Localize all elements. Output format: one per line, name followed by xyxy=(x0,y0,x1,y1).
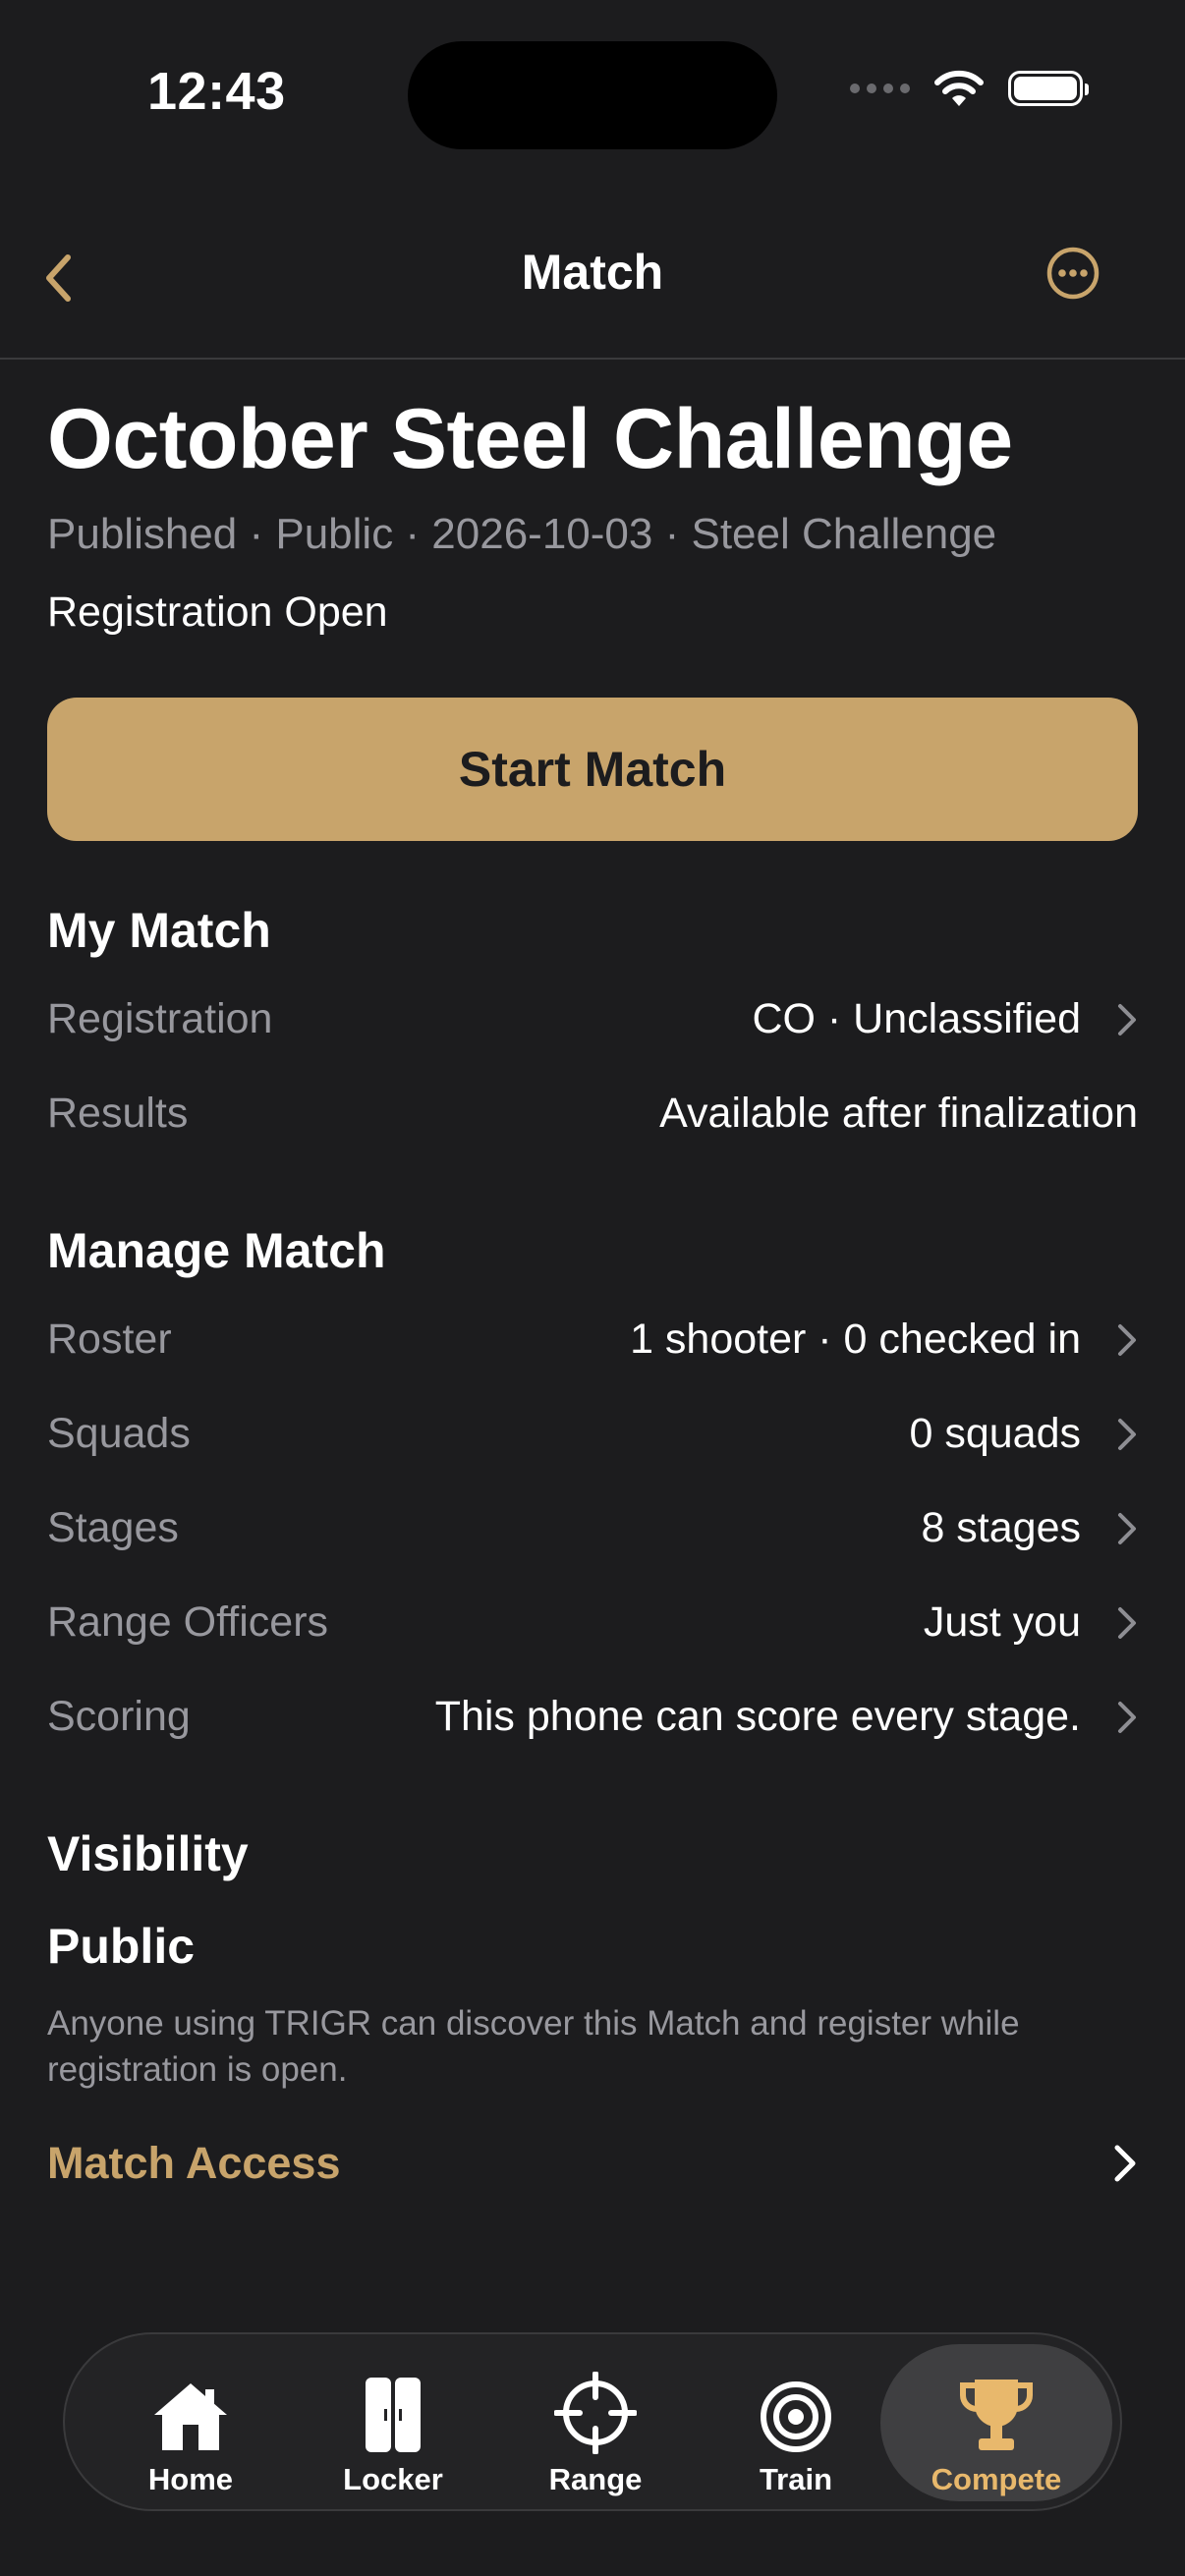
chevron-right-icon xyxy=(1116,1418,1138,1451)
registration-status: Registration Open xyxy=(47,588,388,636)
start-match-button[interactable]: Start Match xyxy=(47,697,1138,841)
match-meta: Published · Public · 2026-10-03 · Steel … xyxy=(47,509,997,558)
row-label: Registration xyxy=(47,995,273,1043)
house-icon xyxy=(154,2383,227,2450)
range-officers-row[interactable]: Range Officers Just you xyxy=(47,1576,1138,1670)
row-label: Range Officers xyxy=(47,1598,329,1647)
roster-row[interactable]: Roster 1 shooter · 0 checked in xyxy=(47,1293,1138,1387)
row-value: 8 stages xyxy=(921,1504,1081,1552)
status-time: 12:43 xyxy=(147,62,286,121)
tab-compete[interactable]: Compete xyxy=(880,2344,1112,2501)
tab-bar: Home Locker Range Train Compete xyxy=(63,2332,1122,2511)
chevron-right-icon xyxy=(1116,1512,1138,1545)
match-screen: 12:43 Match October Steel Challenge Publ… xyxy=(0,0,1185,2576)
target-icon xyxy=(761,2381,831,2452)
results-row: Results Available after finalization xyxy=(47,1067,1138,1161)
tab-label: Compete xyxy=(931,2462,1062,2496)
battery-icon xyxy=(1008,71,1089,106)
row-label: Results xyxy=(47,1090,189,1138)
match-title: October Steel Challenge xyxy=(47,392,1013,486)
dynamic-island xyxy=(408,41,777,149)
navigation-bar: Match xyxy=(0,196,1185,360)
row-label: Squads xyxy=(47,1410,191,1458)
scoring-row[interactable]: Scoring This phone can score every stage… xyxy=(47,1670,1138,1764)
row-label: Stages xyxy=(47,1504,179,1552)
manage-match-heading: Manage Match xyxy=(47,1222,386,1278)
visibility-value: Public xyxy=(47,1918,196,1974)
row-value: CO · Unclassified xyxy=(752,995,1081,1043)
status-icons xyxy=(850,69,1089,108)
row-value: 1 shooter · 0 checked in xyxy=(630,1316,1081,1364)
row-value: Available after finalization xyxy=(659,1090,1138,1138)
more-button[interactable] xyxy=(1045,246,1100,301)
chevron-right-icon xyxy=(1116,1003,1138,1036)
chevron-right-icon xyxy=(1114,2145,1136,2182)
match-content: October Steel Challenge Published · Publ… xyxy=(47,360,1138,2189)
nav-title: Match xyxy=(521,245,664,300)
trophy-icon xyxy=(960,2380,1033,2450)
row-label: Scoring xyxy=(47,1693,191,1741)
tab-label: Locker xyxy=(343,2462,443,2496)
tab-label: Range xyxy=(548,2462,643,2496)
row-label: Roster xyxy=(47,1316,172,1364)
visibility-heading: Visibility xyxy=(47,1825,249,1881)
row-value: Just you xyxy=(923,1598,1081,1647)
tab-home[interactable]: Home xyxy=(92,2344,289,2501)
chevron-right-icon xyxy=(1116,1701,1138,1734)
squads-row[interactable]: Squads 0 squads xyxy=(47,1387,1138,1482)
chevron-right-icon xyxy=(1116,1323,1138,1357)
stages-row[interactable]: Stages 8 stages xyxy=(47,1482,1138,1576)
tab-train[interactable]: Train xyxy=(698,2344,894,2501)
locker-icon xyxy=(366,2378,421,2452)
match-access-row[interactable]: Match Access xyxy=(47,2138,1138,2189)
my-match-heading: My Match xyxy=(47,902,271,958)
visibility-description: Anyone using TRIGR can discover this Mat… xyxy=(47,2003,1020,2089)
tab-label: Home xyxy=(147,2462,234,2496)
tab-label: Train xyxy=(759,2462,833,2496)
tab-range[interactable]: Range xyxy=(497,2344,694,2501)
chevron-right-icon xyxy=(1116,1606,1138,1640)
ellipsis-circle-icon xyxy=(1046,247,1100,300)
row-value: 0 squads xyxy=(909,1410,1081,1458)
row-value: This phone can score every stage. xyxy=(434,1693,1081,1741)
crosshair-icon xyxy=(554,2372,637,2454)
cellular-signal-icon xyxy=(850,84,910,93)
wifi-icon xyxy=(934,70,984,106)
tab-locker[interactable]: Locker xyxy=(295,2344,491,2501)
match-access-label: Match Access xyxy=(47,2138,341,2189)
registration-row[interactable]: Registration CO · Unclassified xyxy=(47,973,1138,1067)
